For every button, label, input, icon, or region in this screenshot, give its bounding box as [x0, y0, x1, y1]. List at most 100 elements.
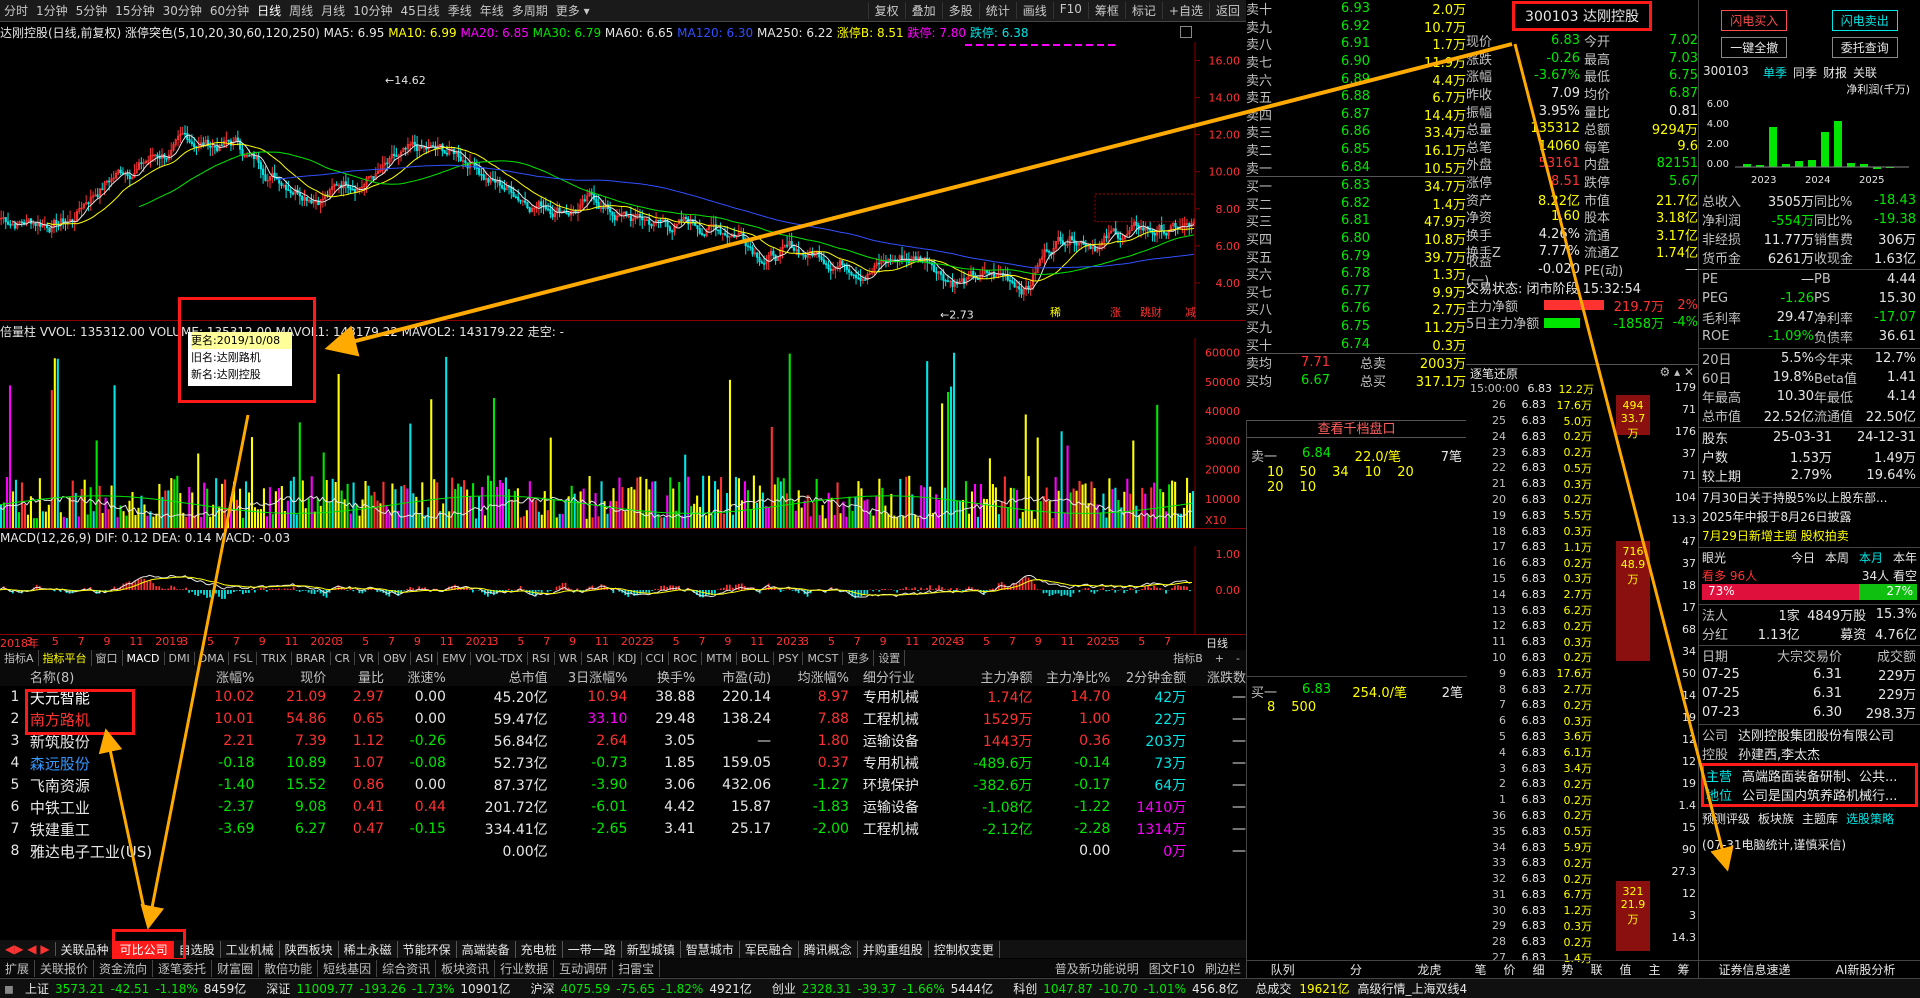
bid-level[interactable]: 买四 6.80 10.8万 [1246, 230, 1466, 248]
extension-tab[interactable]: 板块资讯 [436, 959, 496, 977]
fin-tab[interactable]: 财报 [1823, 64, 1847, 81]
indicator-tab[interactable]: 窗口 [92, 650, 123, 666]
extension-tab[interactable]: 关联报价 [35, 959, 95, 977]
indicator-tab[interactable]: DMA [195, 651, 230, 665]
f10-link[interactable]: 板块族 [1758, 810, 1794, 827]
sentiment-tab[interactable]: 本周 [1825, 549, 1849, 566]
extension-tab[interactable]: 行业数据 [495, 959, 555, 977]
indicator-tab[interactable]: WR [555, 651, 583, 665]
event-marker[interactable]: 跳财 [1140, 305, 1162, 319]
kline-chart[interactable]: 16.00 14.00 12.00 10.00 8.00 6.00 4.00 ←14.62 ←2… [0, 42, 1246, 320]
indicator-tab[interactable]: TRIX [257, 651, 292, 665]
bid-level[interactable]: 买六 6.78 1.3万 [1246, 265, 1466, 283]
toolbar-button[interactable]: +自选 [1161, 2, 1209, 19]
period-tab[interactable]: 多周期 [508, 2, 552, 19]
indicator-tab[interactable]: 指标B [1167, 650, 1209, 666]
fin-tab[interactable]: 单季 [1763, 64, 1787, 81]
f10-link[interactable]: 预测评级 [1702, 810, 1750, 827]
ask-level[interactable]: 卖一 6.84 10.5万 [1246, 158, 1466, 177]
news-item[interactable]: 7月29日新增主题 股权拍卖 [1699, 526, 1920, 545]
ask-level[interactable]: 卖十 6.93 2.0万 [1246, 0, 1466, 18]
toolbar-button[interactable]: F10 [1052, 2, 1088, 19]
indicator-tab[interactable]: SAR [582, 651, 614, 665]
extension-tab[interactable]: 刷边栏 [1200, 960, 1246, 977]
toolbar-button[interactable]: 筹框 [1087, 2, 1125, 19]
detail-tab[interactable]: 细 [1524, 961, 1553, 978]
detail-tab[interactable]: 联 [1582, 961, 1611, 978]
toolbar-button[interactable]: 统计 [978, 2, 1016, 19]
bid-level[interactable]: 买五 6.79 39.7万 [1246, 247, 1466, 266]
flash-buy-button[interactable]: 闪电买入 [1721, 10, 1788, 31]
queue-tab[interactable]: 分 [1319, 961, 1392, 978]
queue-tab[interactable]: 龙虎 [1393, 961, 1466, 978]
column-header[interactable]: 现价 [254, 667, 326, 686]
f10-link[interactable]: 选股策略 [1846, 810, 1894, 827]
indicator-tab[interactable]: VOL-TDX [471, 651, 528, 665]
indicator-tab[interactable]: + [1209, 652, 1230, 665]
cancel-all-button[interactable]: 一键全撤 [1721, 37, 1788, 58]
extension-tab[interactable]: 扫雷宝 [613, 959, 661, 977]
sector-tab[interactable]: 充电桩 [516, 940, 563, 958]
macd-chart[interactable]: 1.00 0.00 [0, 546, 1246, 634]
period-tab[interactable]: 45日线 [396, 2, 443, 19]
sector-tab[interactable]: 工业机械 [221, 940, 280, 958]
bid-level[interactable]: 买九 6.75 11.2万 [1246, 318, 1466, 336]
ask-level[interactable]: 卖六 6.89 4.4万 [1246, 70, 1466, 89]
indicator-tab[interactable]: BOLL [737, 651, 775, 665]
news-item[interactable]: 7月30日关于持股5%以上股东部... [1699, 488, 1920, 507]
sector-tab[interactable]: 高端装备 [457, 940, 516, 958]
table-row[interactable]: 3 新筑股份 2.21 7.39 1.12 -0.26 56.84亿 2.64 3.05—1.8… [0, 730, 1247, 752]
table-row[interactable]: 2 南方路机 10.01 54.86 0.65 0.00 59.47亿 33.10 29.48 1… [0, 708, 1247, 730]
index-quote[interactable]: 深证 11009.77 -193.26 -1.73% 10901亿 [259, 980, 523, 997]
table-row[interactable]: 5 飞南资源 -1.40 15.52 0.86 0.00 87.37亿 -3.90 3.06 43… [0, 774, 1247, 796]
column-header[interactable]: 量比 [326, 667, 384, 686]
indicator-tab[interactable]: - [1230, 652, 1246, 665]
indicator-tab[interactable]: ASI [411, 651, 439, 665]
extension-tab[interactable]: 扩展 [0, 959, 36, 977]
sector-tab[interactable]: 节能环保 [398, 940, 457, 958]
column-header[interactable]: 3日涨幅% [548, 667, 628, 686]
table-row[interactable]: 8 雅达电子工业(US) 0.00亿 0.00 0万 — [0, 840, 1247, 862]
column-header[interactable]: 换手% [627, 667, 695, 686]
order-query-button[interactable]: 委托查询 [1831, 37, 1898, 58]
indicator-tab[interactable]: RSI [528, 651, 555, 665]
toolbar-button[interactable]: 叠加 [904, 2, 942, 19]
bid-level[interactable]: 买二 6.82 1.4万 [1246, 195, 1466, 213]
sector-tab[interactable]: 军民融合 [740, 940, 799, 958]
indicator-tab[interactable]: MCST [803, 651, 844, 665]
table-row[interactable]: 7 铁建重工 -3.69 6.27 0.47 -0.15 334.41亿 -2.65 3.41 2… [0, 818, 1247, 840]
indicator-tab[interactable]: MTM [702, 651, 737, 665]
flash-sell-button[interactable]: 闪电卖出 [1831, 10, 1898, 31]
extension-tab[interactable]: 短线基因 [318, 959, 378, 977]
indicator-tab[interactable]: CCI [642, 651, 670, 665]
extension-tab[interactable]: 普及新功能说明 [1050, 960, 1144, 977]
column-header[interactable]: 细分行业 [849, 667, 949, 686]
indicator-tab[interactable]: EMV [438, 651, 472, 665]
extension-tab[interactable]: 资金流向 [94, 959, 154, 977]
period-tab[interactable]: 5分钟 [72, 2, 112, 19]
column-header[interactable]: 主力净额 [949, 667, 1033, 686]
indicator-tab[interactable]: CR [331, 651, 355, 665]
ask-level[interactable]: 卖四 6.87 14.4万 [1246, 106, 1466, 124]
extension-tab[interactable]: 逐笔委托 [153, 959, 213, 977]
extension-tab[interactable]: 图文F10 [1144, 960, 1200, 977]
period-tab[interactable]: 日线 [253, 2, 285, 19]
indicator-tab[interactable]: VR [355, 651, 380, 665]
period-tab[interactable]: 1分钟 [32, 2, 72, 19]
indicator-tab[interactable]: 指标平台 [39, 650, 92, 666]
sentiment-tab[interactable]: 本月 [1859, 549, 1883, 566]
indicator-tab[interactable]: OBV [379, 651, 412, 665]
period-tab[interactable]: 周线 [285, 2, 317, 19]
sector-tab[interactable]: 关联品种 [56, 940, 115, 958]
period-tab[interactable]: 15分钟 [111, 2, 158, 19]
indicator-tab[interactable]: ROC [669, 651, 703, 665]
gear-icon[interactable]: ⚙ ▴ ✕ [1660, 365, 1694, 381]
ask-level[interactable]: 卖三 6.86 33.4万 [1246, 123, 1466, 141]
sector-tab[interactable]: 陕西板块 [280, 940, 339, 958]
indicator-tab[interactable]: PSY [774, 651, 804, 665]
detail-tab[interactable]: 值 [1611, 961, 1640, 978]
sector-tab[interactable]: 腾讯概念 [799, 940, 858, 958]
bid-level[interactable]: 买八 6.76 2.7万 [1246, 300, 1466, 318]
window-close-icon[interactable] [1180, 26, 1192, 38]
column-header[interactable]: 2分钟金额 [1110, 667, 1186, 686]
